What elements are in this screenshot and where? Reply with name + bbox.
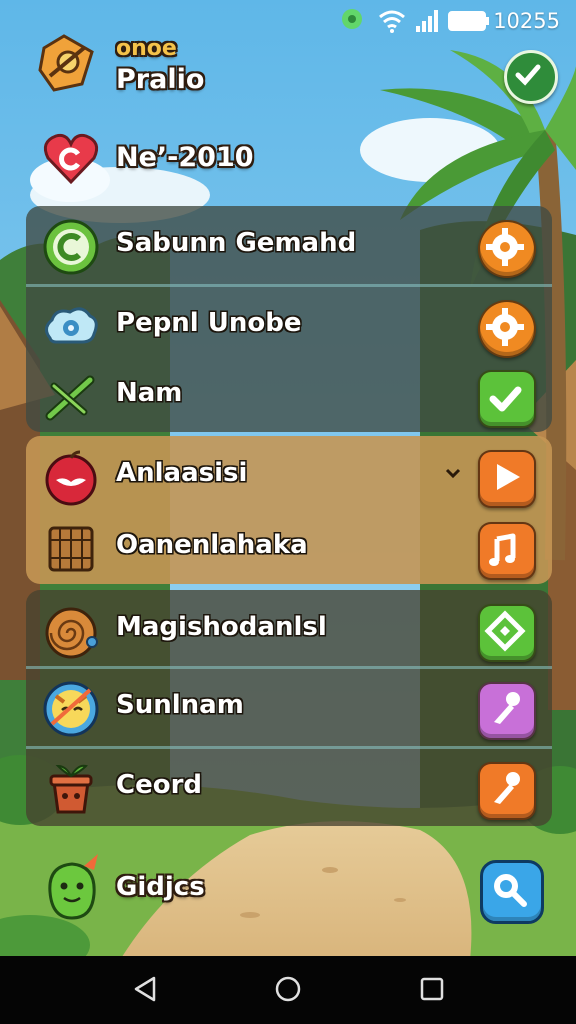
wood-spiral-icon: [45, 607, 98, 659]
wifi-icon: [379, 10, 405, 33]
menu-item-label: Anlaasisi: [116, 458, 248, 488]
settings-button[interactable]: [478, 300, 536, 358]
footer-label: Gidjcs: [116, 872, 205, 902]
music-button[interactable]: [478, 522, 536, 580]
player-name: Pralio: [116, 64, 205, 95]
check-icon: [489, 386, 522, 412]
home-icon[interactable]: [274, 974, 302, 1004]
pin-button[interactable]: [478, 762, 536, 820]
lives-counter: Ne’-2010: [116, 142, 254, 173]
confirm-button[interactable]: [504, 50, 558, 104]
cloud-camera-icon: [45, 307, 98, 344]
search-button[interactable]: [480, 860, 544, 924]
chevron-down-icon[interactable]: [444, 466, 462, 480]
back-icon[interactable]: [132, 974, 160, 1004]
menu-item-1[interactable]: Sabunn Gemahd: [26, 206, 552, 284]
music-note-icon: [489, 533, 516, 566]
game-title: onoe: [116, 36, 177, 61]
heart-icon: [43, 133, 99, 185]
play-icon: [497, 464, 520, 490]
check-icon: [515, 64, 541, 86]
menu-item-8[interactable]: Ceord: [26, 748, 552, 826]
menu-item-label: Magishodanlsl: [116, 612, 327, 642]
menu-item-label: Nam: [116, 378, 183, 408]
menu-item-label: Ceord: [116, 770, 203, 800]
flowerpot-icon: [49, 764, 93, 814]
menu-item-6[interactable]: Magishodanlsl: [26, 590, 552, 668]
wooden-crate-icon: [48, 526, 94, 572]
menu-item-4[interactable]: Anlaasisi: [26, 436, 552, 514]
search-icon: [494, 874, 527, 907]
green-c-badge-icon: [43, 219, 99, 275]
menu-item-label: Pepnl Unobe: [116, 308, 302, 338]
menu-item-label: Sabunn Gemahd: [116, 228, 357, 258]
battery-icon: [448, 11, 489, 31]
menu-item-label: Sunlnam: [116, 690, 244, 720]
play-button[interactable]: [478, 450, 536, 508]
menu-item-2[interactable]: Pepnl Unobe: [26, 286, 552, 364]
pin-button[interactable]: [478, 682, 536, 740]
gear-icon: [486, 308, 524, 346]
treasure-map-icon: [38, 34, 94, 92]
signal-icon: [416, 10, 438, 32]
menu-item-3[interactable]: Nam: [26, 356, 552, 434]
pin-icon: [494, 692, 520, 724]
recents-icon[interactable]: [418, 974, 446, 1004]
menu-item-label: Oanenlahaka: [116, 530, 308, 560]
check-button[interactable]: [478, 370, 536, 428]
menu-item-5[interactable]: Oanenlahaka: [26, 508, 552, 586]
settings-button[interactable]: [478, 220, 536, 278]
green-diamond-icon: [484, 610, 526, 652]
apple-icon: [45, 450, 97, 506]
fox-badge-icon: [43, 681, 99, 737]
status-time: 10255: [493, 9, 560, 33]
pin-icon: [494, 772, 520, 804]
system-navigation-bar: [0, 956, 576, 1024]
green-wand-icon: [45, 375, 95, 421]
location-pin-icon: [342, 9, 362, 29]
green-monster-icon[interactable]: [40, 852, 106, 924]
gear-icon: [486, 228, 524, 266]
diamond-button[interactable]: [478, 604, 536, 662]
menu-item-7[interactable]: Sunlnam: [26, 668, 552, 746]
